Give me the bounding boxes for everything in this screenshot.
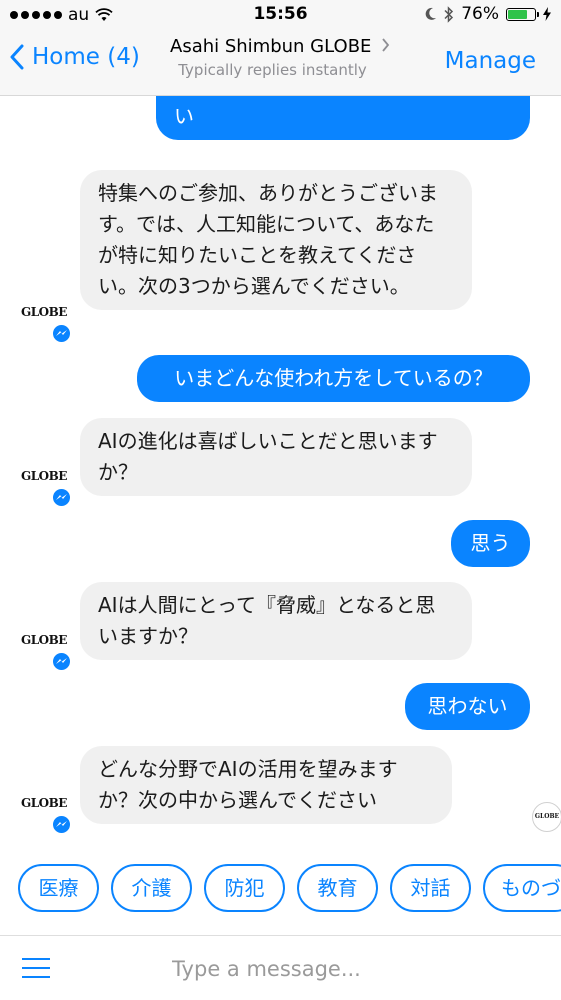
- quick-reply-button[interactable]: 防犯: [204, 864, 285, 912]
- message-incoming: 特集へのご参加、ありがとうございます。では、人工知能について、あなたが特に知りた…: [80, 170, 472, 310]
- read-receipt-avatar: GLOBE: [532, 802, 561, 832]
- message-text: 思う: [470, 531, 511, 555]
- quick-reply-button[interactable]: 介護: [111, 864, 192, 912]
- quick-reply-label: ものづ: [501, 876, 561, 900]
- back-label: Home (4): [32, 44, 140, 70]
- message-text: どんな分野でAIの活用を望みますか？次の中から選んでください: [98, 757, 398, 812]
- chevron-right-icon: [382, 38, 390, 52]
- charging-icon: [543, 7, 551, 21]
- message-input[interactable]: [170, 948, 534, 990]
- quick-replies: 医療 介護 防犯 教育 対話 ものづ: [0, 856, 561, 922]
- quick-reply-button[interactable]: 医療: [18, 864, 99, 912]
- messenger-badge-icon: [51, 651, 72, 672]
- message-outgoing: 12月号「人工知能」特集に参加したい: [156, 96, 530, 140]
- status-bar: au 15:56 76%: [0, 0, 561, 30]
- battery-icon: [506, 7, 539, 21]
- quick-reply-label: 介護: [131, 876, 172, 900]
- chevron-left-icon: [10, 44, 24, 70]
- messenger-badge-icon: [51, 814, 72, 835]
- bluetooth-icon: [444, 5, 454, 23]
- moon-icon: [425, 7, 437, 20]
- message-incoming: どんな分野でAIの活用を望みますか？次の中から選んでください: [80, 746, 452, 824]
- avatar-label: GLOBE: [21, 633, 67, 647]
- conversation-title[interactable]: Asahi Shimbun GLOBE Typically replies in…: [170, 36, 400, 79]
- message-outgoing: 思う: [451, 520, 530, 567]
- bot-avatar: GLOBE: [21, 469, 67, 489]
- message-text: 12月号「人工知能」特集に参加したい: [174, 96, 499, 128]
- quick-reply-button[interactable]: ものづ: [483, 864, 561, 912]
- quick-reply-label: 対話: [410, 876, 451, 900]
- message-incoming: AIは人間にとって『脅威』となると思いますか？: [80, 582, 472, 660]
- message-text: 思わない: [427, 694, 508, 718]
- menu-icon[interactable]: [22, 958, 50, 980]
- bot-avatar: GLOBE: [21, 796, 67, 816]
- avatar-label: GLOBE: [21, 796, 67, 810]
- battery-percent: 76%: [461, 4, 499, 24]
- quick-reply-label: 防犯: [224, 876, 265, 900]
- message-list[interactable]: 12月号「人工知能」特集に参加したい 特集へのご参加、ありがとうございます。では…: [0, 96, 561, 850]
- avatar-label: GLOBE: [21, 469, 67, 483]
- bot-avatar: GLOBE: [21, 633, 67, 653]
- message-text: AIは人間にとって『脅威』となると思いますか？: [98, 593, 436, 648]
- message-outgoing: 思わない: [405, 683, 530, 730]
- messenger-badge-icon: [51, 487, 72, 508]
- nav-bar: Home (4) Asahi Shimbun GLOBE Typically r…: [0, 30, 561, 96]
- manage-button[interactable]: Manage: [445, 48, 536, 74]
- composer-bar: [0, 935, 561, 1000]
- battery-fill: [508, 9, 528, 19]
- quick-reply-button[interactable]: 教育: [297, 864, 378, 912]
- read-receipt-label: GLOBE: [534, 813, 560, 820]
- message-text: 特集へのご参加、ありがとうございます。では、人工知能について、あなたが特に知りた…: [98, 181, 438, 298]
- page-title-text: Asahi Shimbun GLOBE: [170, 36, 372, 57]
- bot-avatar: GLOBE: [21, 305, 67, 325]
- quick-reply-label: 教育: [317, 876, 358, 900]
- page-subtitle: Typically replies instantly: [178, 61, 367, 79]
- status-right: 76%: [424, 4, 551, 24]
- back-button[interactable]: Home (4): [10, 44, 140, 70]
- quick-reply-button[interactable]: 対話: [390, 864, 471, 912]
- message-text: いまどんな使われ方をしているの？: [174, 366, 493, 390]
- message-outgoing: いまどんな使われ方をしているの？: [137, 355, 530, 402]
- page-title: Asahi Shimbun GLOBE: [170, 36, 400, 57]
- message-text: AIの進化は喜ばしいことだと思いますか？: [98, 429, 438, 484]
- avatar-label: GLOBE: [21, 305, 67, 319]
- messenger-badge-icon: [51, 323, 72, 344]
- message-incoming: AIの進化は喜ばしいことだと思いますか？: [80, 418, 472, 496]
- quick-reply-label: 医療: [38, 876, 79, 900]
